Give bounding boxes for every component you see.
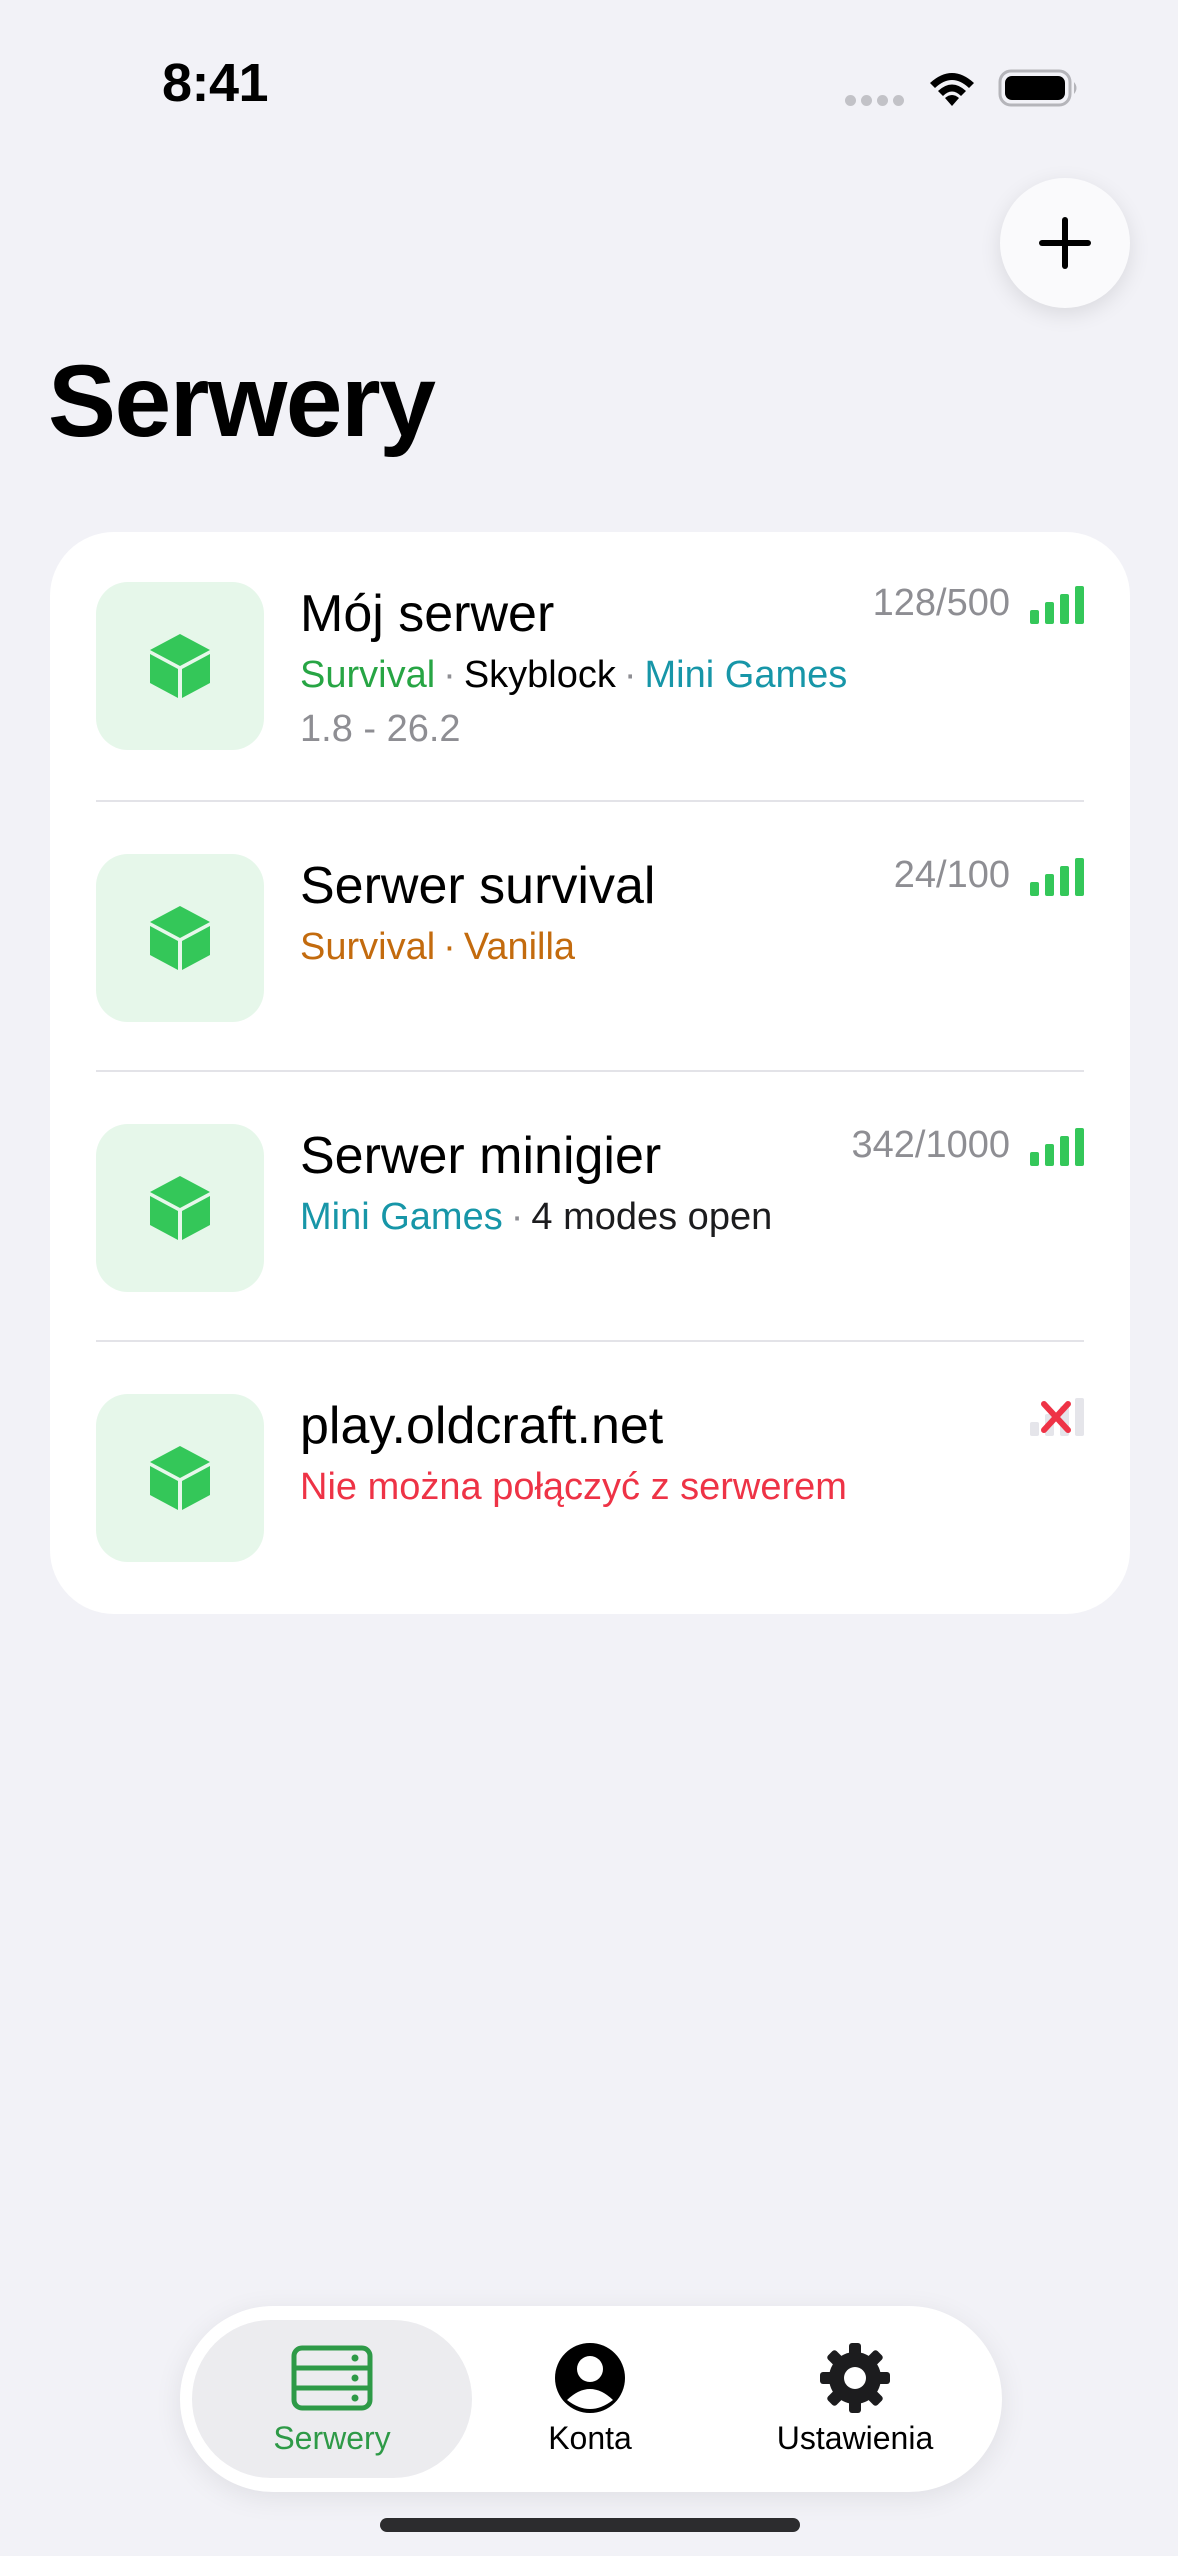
server-name: Serwer survival bbox=[300, 857, 656, 915]
tab-konta[interactable]: Konta bbox=[480, 2320, 700, 2478]
server-list: Mój serwer Survival · Skyblock · Mini Games … bbox=[50, 532, 1130, 1614]
signal-strength-icon bbox=[1030, 1128, 1084, 1166]
server-name: play.oldcraft.net bbox=[300, 1397, 664, 1455]
tab-label: Serwery bbox=[273, 2419, 391, 2456]
signal-strength-icon bbox=[1030, 858, 1084, 896]
tag-mini-games: Mini Games bbox=[300, 1196, 503, 1238]
plus-icon bbox=[1039, 217, 1091, 269]
status-bar: 8:41 bbox=[0, 0, 1178, 160]
server-icon bbox=[290, 2342, 374, 2414]
connection-error-message: Nie można połączyć z serwerem bbox=[300, 1466, 847, 1508]
server-icon-tile bbox=[96, 582, 264, 750]
cube-icon bbox=[150, 634, 210, 698]
cube-icon bbox=[150, 1176, 210, 1240]
wifi-icon bbox=[930, 73, 974, 106]
cube-icon bbox=[150, 906, 210, 970]
server-name: Serwer minigier bbox=[300, 1127, 662, 1185]
server-name: Mój serwer bbox=[300, 585, 555, 643]
player-count: 24/100 bbox=[893, 854, 1010, 896]
row-divider bbox=[96, 1340, 1084, 1342]
status-time: 8:41 bbox=[162, 53, 269, 113]
battery-icon bbox=[998, 69, 1077, 107]
tag-separator: · bbox=[510, 1196, 524, 1238]
row-divider bbox=[96, 1070, 1084, 1072]
server-icon-tile bbox=[96, 854, 264, 1022]
server-row[interactable]: Serwer minigier Mini Games · 4 modes open … bbox=[50, 1074, 1130, 1344]
add-server-button[interactable] bbox=[1000, 178, 1130, 308]
tag-modes-open: 4 modes open bbox=[531, 1196, 773, 1238]
tag-vanilla: Vanilla bbox=[463, 926, 576, 968]
tag-skyblock: Skyblock bbox=[463, 654, 616, 696]
row-divider bbox=[96, 800, 1084, 802]
server-row[interactable]: play.oldcraft.net Nie można połączyć z s… bbox=[50, 1344, 1130, 1614]
cellular-signal-icon bbox=[845, 95, 905, 107]
player-count: 342/1000 bbox=[851, 1124, 1011, 1166]
tag-separator: · bbox=[623, 654, 637, 696]
connection-error-icon bbox=[1030, 1398, 1084, 1436]
person-icon bbox=[548, 2342, 632, 2414]
tab-bar: Serwery Konta Ustawienia bbox=[180, 2306, 1002, 2492]
tag-survival: Survival bbox=[300, 926, 436, 968]
cube-icon bbox=[150, 1446, 210, 1510]
server-tags: Survival · Vanilla bbox=[300, 926, 575, 969]
server-version: 1.8 - 26.2 bbox=[300, 708, 461, 750]
tag-mini-games: Mini Games bbox=[644, 654, 848, 696]
player-count: 128/500 bbox=[872, 582, 1010, 624]
server-icon-tile bbox=[96, 1394, 264, 1562]
server-row[interactable]: Serwer survival Survival · Vanilla 24/100 bbox=[50, 804, 1130, 1074]
page-title: Serwery bbox=[48, 344, 436, 458]
tag-separator: · bbox=[443, 654, 456, 696]
server-icon-tile bbox=[96, 1124, 264, 1292]
tab-label: Konta bbox=[548, 2419, 632, 2456]
server-row[interactable]: Mój serwer Survival · Skyblock · Mini Games … bbox=[50, 532, 1130, 802]
tab-ustawienia[interactable]: Ustawienia bbox=[725, 2320, 985, 2478]
gear-icon bbox=[813, 2342, 897, 2414]
home-indicator[interactable] bbox=[380, 2518, 800, 2532]
tab-label: Ustawienia bbox=[776, 2419, 934, 2456]
tag-separator: · bbox=[443, 926, 456, 968]
server-tags: Mini Games · 4 modes open bbox=[300, 1196, 772, 1239]
tag-survival: Survival bbox=[300, 654, 436, 696]
tab-serwery[interactable]: Serwery bbox=[192, 2320, 472, 2478]
server-tags: Survival · Skyblock · Mini Games bbox=[300, 654, 847, 697]
signal-strength-icon bbox=[1030, 586, 1084, 624]
